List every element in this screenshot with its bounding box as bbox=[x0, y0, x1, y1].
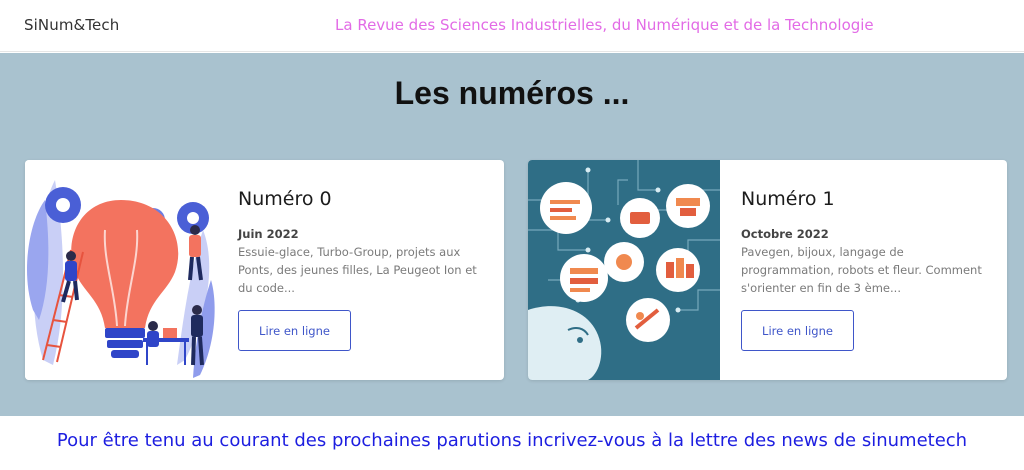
site-tagline: La Revue des Sciences Industrielles, du … bbox=[335, 16, 874, 34]
section-title: Les numéros ... bbox=[394, 75, 630, 111]
brain-circuit-illustration bbox=[528, 160, 720, 380]
issue-description: Essuie-glace, Turbo-Group, projets aux P… bbox=[238, 245, 477, 295]
issue-title: Numéro 1 bbox=[741, 188, 835, 210]
issue-date: Juin 2022 bbox=[238, 227, 299, 241]
newsletter-prompt[interactable]: Pour être tenu au courant des prochaines… bbox=[0, 430, 1024, 451]
top-bar: SiNum&Tech La Revue des Sciences Industr… bbox=[0, 0, 1024, 52]
lightbulb-illustration bbox=[25, 160, 217, 380]
issue-card-body: Numéro 0 Juin 2022 Essuie-glace, Turbo-G… bbox=[238, 160, 488, 380]
issue-title: Numéro 0 bbox=[238, 188, 332, 210]
issue-card-0: Numéro 0 Juin 2022 Essuie-glace, Turbo-G… bbox=[25, 160, 504, 380]
issue-date: Octobre 2022 bbox=[741, 227, 829, 241]
issue-card-body: Numéro 1 Octobre 2022 Pavegen, bijoux, l… bbox=[741, 160, 991, 380]
read-online-button[interactable]: Lire en ligne bbox=[741, 310, 854, 351]
brand-logo-link[interactable]: SiNum&Tech bbox=[24, 16, 119, 34]
read-online-button[interactable]: Lire en ligne bbox=[238, 310, 351, 351]
issue-description: Pavegen, bijoux, langage de programmatio… bbox=[741, 245, 982, 295]
issue-card-1: Numéro 1 Octobre 2022 Pavegen, bijoux, l… bbox=[528, 160, 1007, 380]
